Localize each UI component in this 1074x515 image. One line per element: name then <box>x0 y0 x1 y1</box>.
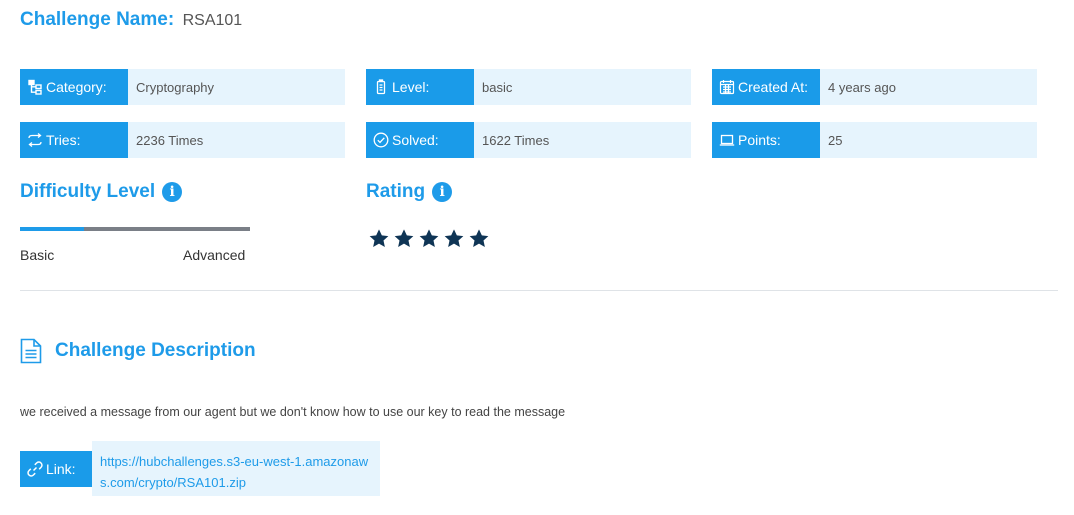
rating-stars <box>368 228 493 250</box>
sitemap-icon <box>28 79 42 95</box>
points-label: Points: <box>738 132 781 148</box>
level-label: Level: <box>392 79 430 95</box>
download-link[interactable]: https://hubchallenges.s3-eu-west-1.amazo… <box>92 441 380 496</box>
battery-icon <box>376 79 386 95</box>
tries-value: 2236 Times <box>128 122 345 158</box>
calendar-icon <box>719 80 735 95</box>
description-text: we received a message from our agent but… <box>20 405 566 419</box>
created-info: Created At: 4 years ago <box>712 69 1037 105</box>
solved-value: 1622 Times <box>474 122 691 158</box>
description-heading: Challenge Description <box>20 337 256 365</box>
star-icon[interactable] <box>443 228 465 250</box>
challenge-title: Challenge Name: RSA101 <box>20 9 242 33</box>
link-key: Link: <box>20 451 92 487</box>
link-icon <box>27 461 43 477</box>
challenge-name-value: RSA101 <box>182 12 243 29</box>
level-info: Level: basic <box>366 69 691 105</box>
difficulty-heading: Difficulty Level i <box>20 181 183 203</box>
created-value: 4 years ago <box>820 69 1037 105</box>
difficulty-bar <box>20 227 250 231</box>
star-icon[interactable] <box>468 228 490 250</box>
link-label: Link: <box>46 461 76 477</box>
created-key: Created At: <box>712 69 820 105</box>
star-icon[interactable] <box>393 228 415 250</box>
solved-key: Solved: <box>366 122 474 158</box>
document-icon <box>20 338 42 364</box>
star-icon[interactable] <box>418 228 440 250</box>
difficulty-bar-fill <box>20 227 85 231</box>
difficulty-title: Difficulty Level <box>20 181 156 202</box>
info-icon[interactable]: i <box>162 182 183 202</box>
solved-info: Solved: 1622 Times <box>366 122 691 158</box>
category-value: Cryptography <box>128 69 345 105</box>
level-key: Level: <box>366 69 474 105</box>
tries-label: Tries: <box>46 132 81 148</box>
tries-key: Tries: <box>20 122 128 158</box>
divider <box>20 290 1058 291</box>
created-label: Created At: <box>738 79 809 95</box>
category-label: Category: <box>46 79 107 95</box>
difficulty-min-label: Basic <box>20 247 55 263</box>
check-circle-icon <box>373 132 389 148</box>
points-value: 25 <box>820 122 1037 158</box>
star-icon[interactable] <box>368 228 390 250</box>
laptop-icon <box>719 134 735 146</box>
category-key: Category: <box>20 69 128 105</box>
tries-info: Tries: 2236 Times <box>20 122 345 158</box>
description-title: Challenge Description <box>55 340 256 361</box>
rating-heading: Rating i <box>366 181 453 203</box>
level-value: basic <box>474 69 691 105</box>
points-info: Points: 25 <box>712 122 1037 158</box>
exchange-icon <box>28 132 42 148</box>
solved-label: Solved: <box>392 132 439 148</box>
difficulty-max-label: Advanced <box>183 247 246 263</box>
info-icon[interactable]: i <box>432 182 453 202</box>
category-info: Category: Cryptography <box>20 69 345 105</box>
points-key: Points: <box>712 122 820 158</box>
challenge-name-label: Challenge Name: <box>20 9 175 30</box>
rating-title: Rating <box>366 181 426 202</box>
